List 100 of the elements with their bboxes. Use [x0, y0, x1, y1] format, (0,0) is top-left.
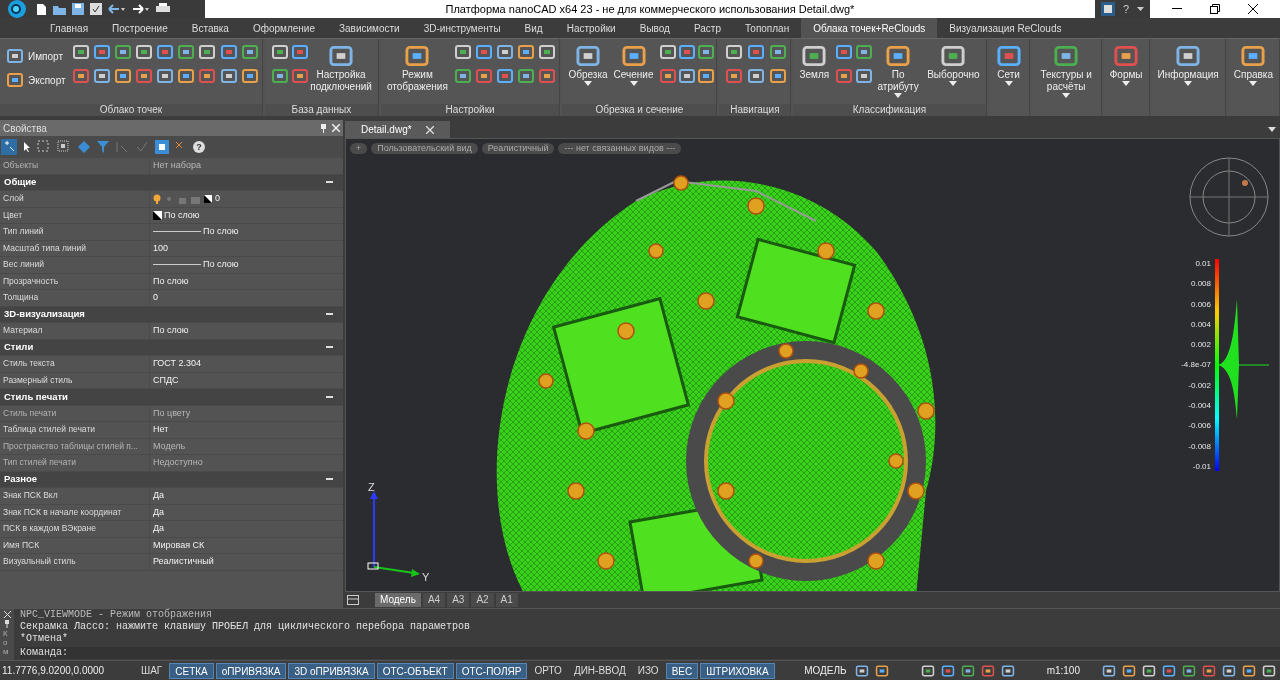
tool-icon[interactable]	[327, 43, 356, 69]
tool-icon[interactable]	[768, 43, 787, 61]
select-window-icon[interactable]	[37, 140, 51, 154]
section-header[interactable]: Общие	[4, 175, 37, 190]
property-value[interactable]: Да	[153, 489, 165, 503]
tool-icon[interactable]	[725, 67, 744, 85]
tool-icon[interactable]	[92, 43, 111, 61]
tool-icon[interactable]	[994, 43, 1023, 69]
layer-state-icon[interactable]	[153, 193, 213, 204]
ribbon-tab[interactable]: Облака точек+ReClouds	[801, 18, 938, 38]
property-value[interactable]: По слою	[203, 225, 239, 239]
caret-icon[interactable]	[894, 93, 903, 98]
command-input-field[interactable]: Команда:	[20, 647, 1280, 659]
status-toggle[interactable]: ШТРИХОВКА	[700, 662, 775, 679]
tool-icon[interactable]	[517, 67, 536, 85]
tool-icon[interactable]	[855, 43, 874, 61]
tool-icon[interactable]	[290, 43, 309, 61]
tool-icon[interactable]	[92, 67, 111, 85]
ribbon-tab[interactable]: Визуализация ReClouds	[937, 18, 1074, 38]
tool-icon[interactable]	[453, 67, 472, 85]
select-object-icon[interactable]	[155, 140, 169, 154]
tool-icon[interactable]	[135, 43, 154, 61]
caret-icon[interactable]	[1122, 81, 1131, 86]
tool-icon[interactable]	[659, 43, 678, 61]
tool-icon[interactable]	[678, 67, 697, 85]
tool-icon[interactable]	[198, 67, 217, 85]
status-toggle[interactable]: ОТС-ПОЛЯР	[455, 662, 528, 679]
status-toggle[interactable]: ВЕС	[665, 662, 699, 679]
tool-icon[interactable]	[475, 67, 494, 85]
ribbon-button[interactable]: Выборочно	[927, 43, 980, 86]
property-value[interactable]: Мировая СК	[153, 538, 205, 552]
ribbon-tab[interactable]: Оформление	[240, 18, 327, 38]
tool-icon[interactable]	[659, 67, 678, 85]
new-file-icon[interactable]	[36, 2, 47, 16]
caret-icon[interactable]	[1184, 81, 1193, 86]
tool-icon[interactable]	[835, 43, 854, 61]
tool-icon[interactable]	[240, 43, 259, 61]
ribbon-tab[interactable]: Построение	[100, 18, 180, 38]
ribbon-tab[interactable]: Зависимости	[327, 18, 412, 38]
open-folder-icon[interactable]	[53, 3, 66, 15]
ribbon-tab[interactable]: Топоплан	[733, 18, 802, 38]
ribbon-tab[interactable]: Растр	[681, 18, 733, 38]
property-value[interactable]: Нет	[153, 423, 169, 437]
caret-icon[interactable]	[1137, 7, 1144, 11]
tool-icon[interactable]	[113, 43, 132, 61]
tool-icon[interactable]	[1112, 43, 1141, 69]
tool-icon[interactable]	[747, 43, 766, 61]
ribbon-tab[interactable]: Вывод	[627, 18, 682, 38]
tool-icon[interactable]	[884, 43, 913, 69]
printer-icon[interactable]	[156, 3, 170, 15]
pointer-icon[interactable]	[23, 141, 31, 153]
tool-icon[interactable]	[403, 43, 432, 69]
layout-tab[interactable]: Модель	[375, 593, 421, 607]
select-crossing-icon[interactable]	[57, 140, 71, 154]
ribbon-button[interactable]: Режим отображения	[386, 43, 448, 93]
property-value[interactable]: СПДС	[153, 373, 179, 387]
property-value[interactable]: По слою	[164, 208, 200, 222]
property-value[interactable]: Реалистичный	[153, 555, 214, 569]
property-value[interactable]: Да	[153, 505, 165, 519]
collapse-icon[interactable]	[326, 346, 333, 349]
tool-icon[interactable]	[290, 67, 309, 85]
status-toggle[interactable]: ИЗО	[632, 662, 664, 679]
tool-icon[interactable]	[517, 43, 536, 61]
collapse-icon[interactable]	[326, 181, 333, 184]
tool-icon[interactable]	[619, 43, 648, 69]
viewport[interactable]: + Пользовательский вид Реалистичный --- нет связанных видов --- 0.01 0.008 0.006 0.004 0.002 -4.8e-07 -0.002 -0.004 -0.006 -0.008 -0.01 Z Y	[345, 138, 1280, 592]
property-value[interactable]: По слою	[153, 274, 189, 288]
collapse-icon[interactable]	[326, 478, 333, 481]
ribbon-button[interactable]: Земля	[799, 43, 830, 81]
caret-icon[interactable]	[949, 81, 958, 86]
property-value[interactable]: Да	[153, 522, 165, 536]
tool-icon[interactable]	[453, 43, 472, 61]
ribbon-button[interactable]: Справка	[1233, 43, 1273, 86]
tool-icon[interactable]	[198, 43, 217, 61]
view-control[interactable]: --- нет связанных видов ---	[558, 143, 682, 154]
tool-icon[interactable]	[113, 67, 132, 85]
view-control[interactable]: Пользовательский вид	[371, 143, 478, 154]
ribbon-tab[interactable]: Настройки	[554, 18, 628, 38]
status-toggle[interactable]: ШАГ	[136, 662, 168, 679]
tool-icon[interactable]	[240, 67, 259, 85]
tool-icon[interactable]	[6, 71, 24, 89]
collapse-icon[interactable]	[326, 313, 333, 316]
undo-arrow-icon[interactable]	[108, 4, 126, 14]
ribbon-button[interactable]: Обрезка	[568, 43, 608, 86]
scale-selector[interactable]: m1:100	[1046, 663, 1080, 678]
ribbon-button[interactable]: Экспорт	[6, 71, 66, 89]
pin-icon[interactable]	[320, 123, 327, 133]
redo-arrow-icon[interactable]	[132, 4, 150, 14]
property-value[interactable]: По слою	[203, 258, 239, 272]
caret-icon[interactable]	[1004, 81, 1013, 86]
tool-icon[interactable]	[71, 43, 90, 61]
ribbon-button[interactable]: Формы	[1109, 43, 1143, 86]
tool-icon[interactable]	[135, 67, 154, 85]
ribbon-button[interactable]: Текстуры и расчёты	[1037, 43, 1095, 98]
ribbon-tab[interactable]: Главная	[38, 18, 101, 38]
ribbon-button[interactable]: Импорт	[6, 47, 66, 65]
tool-icon[interactable]	[270, 67, 289, 85]
status-toggle[interactable]: 3D оПРИВЯЗКА	[288, 662, 375, 679]
tool-icon[interactable]	[697, 67, 716, 85]
navigation-compass-icon[interactable]	[1189, 157, 1269, 237]
